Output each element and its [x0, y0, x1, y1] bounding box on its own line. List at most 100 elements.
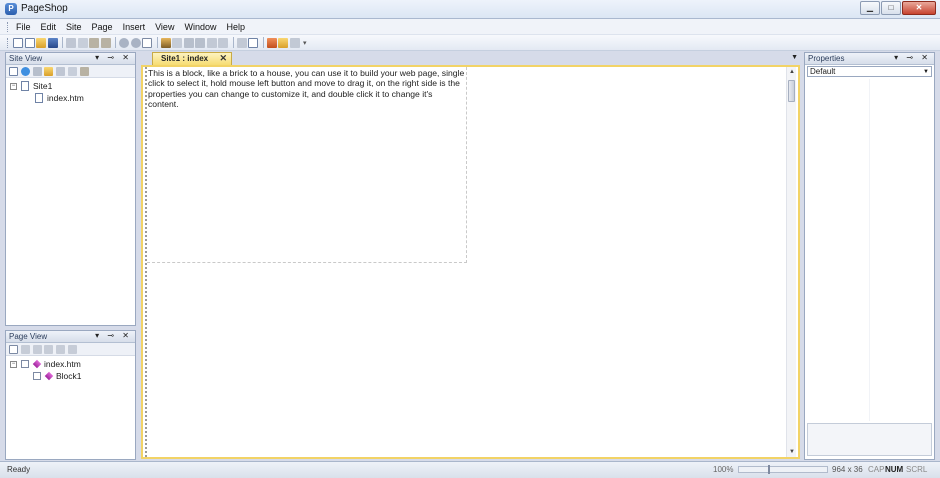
edit-icon[interactable] [20, 344, 30, 354]
block-diamond-icon [44, 371, 54, 381]
maximize-button[interactable]: □ [881, 1, 901, 15]
page-checkbox[interactable] [21, 360, 29, 368]
menu-edit[interactable]: Edit [41, 22, 57, 32]
tree-node-label: index.htm [47, 93, 84, 103]
tree-node-site[interactable]: − Site1 [6, 80, 135, 92]
main-toolbar: ▾ [0, 35, 940, 51]
scroll-up-icon[interactable]: ▲ [788, 69, 796, 75]
minimize-button[interactable]: ▁ [860, 1, 880, 15]
tab-close-icon[interactable]: ✕ [219, 53, 227, 64]
title-bar: P PageShop ▁ □ ✕ [0, 0, 940, 19]
menu-window[interactable]: Window [184, 22, 216, 32]
site-view-title: Site View [9, 54, 43, 63]
site-view-panel: Site View ▾ ⊸ ✕ − Site1 index.htm [5, 52, 136, 326]
add-icon[interactable] [20, 66, 30, 76]
new-page-icon[interactable] [9, 66, 18, 76]
scroll-down-icon[interactable]: ▼ [788, 449, 796, 455]
tree-node-label: index.htm [44, 359, 81, 369]
cut-icon[interactable] [56, 66, 66, 76]
toolbar-separator [262, 37, 264, 48]
move-left-icon[interactable] [32, 344, 42, 354]
paste-icon[interactable] [79, 66, 89, 76]
property-grid[interactable] [805, 79, 934, 421]
tree-node-page[interactable]: − index.htm [6, 358, 135, 370]
site-view-header: Site View ▾ ⊸ ✕ [6, 53, 135, 65]
open-icon[interactable] [36, 37, 46, 48]
tree-node-block[interactable]: Block1 [6, 370, 135, 382]
tree-node-page[interactable]: index.htm [6, 92, 135, 104]
move-down-icon[interactable] [56, 344, 66, 354]
paste-icon[interactable] [89, 37, 99, 48]
toolbar-grip-icon[interactable] [7, 37, 10, 48]
move-up-icon[interactable] [44, 344, 54, 354]
menu-site[interactable]: Site [66, 22, 82, 32]
design-canvas-frame: This is a block, like a brick to a house… [141, 65, 800, 459]
menu-view[interactable]: View [155, 22, 174, 32]
page-view-panel: Page View ▾ ⊸ ✕ − index.htm Block1 [5, 330, 136, 460]
block-checkbox[interactable] [33, 372, 41, 380]
caps-lock-indicator: CAP [868, 465, 885, 474]
properties-header: Properties ▾ ⊸ ✕ [805, 53, 934, 65]
paste-special-icon[interactable] [100, 37, 111, 48]
redo-icon[interactable] [130, 37, 141, 48]
status-text: Ready [7, 465, 31, 474]
publish-icon[interactable] [266, 37, 277, 48]
delete-icon[interactable] [32, 66, 42, 76]
close-button[interactable]: ✕ [902, 1, 936, 15]
zoom-slider-knob[interactable] [768, 465, 770, 474]
cut-icon[interactable] [66, 37, 76, 48]
copy-icon[interactable] [67, 66, 77, 76]
page-diamond-icon [32, 359, 42, 369]
menu-help[interactable]: Help [226, 22, 245, 32]
property-description [807, 423, 932, 456]
page-view-title: Page View [9, 332, 48, 341]
clear-icon[interactable] [195, 37, 205, 48]
menu-file[interactable]: File [16, 22, 31, 32]
tree-node-label: Block1 [56, 371, 82, 381]
align-top-icon[interactable] [206, 37, 217, 48]
chevron-down-icon[interactable]: ▼ [923, 67, 929, 77]
properties-controls[interactable]: ▾ ⊸ ✕ [894, 53, 931, 62]
status-bar: Ready 100% 964 x 36 CAP NUM SCRL [0, 461, 940, 478]
copy-icon[interactable] [77, 37, 88, 48]
site-view-controls[interactable]: ▾ ⊸ ✕ [95, 53, 132, 62]
insert-image-icon[interactable] [160, 37, 171, 48]
site-icon [21, 81, 29, 91]
page-view-controls[interactable]: ▾ ⊸ ✕ [95, 331, 132, 340]
site-tree: − Site1 index.htm [6, 78, 135, 104]
toolbar-overflow-icon[interactable]: ▾ [303, 39, 307, 47]
property-grid-divider [869, 79, 870, 421]
tab-list-dropdown-icon[interactable]: ▼ [791, 54, 798, 61]
design-canvas[interactable]: This is a block, like a brick to a house… [145, 67, 786, 457]
tab-site1-index[interactable]: Site1 : index ✕ [152, 52, 232, 65]
collapse-icon[interactable]: − [10, 360, 17, 368]
page-view-header: Page View ▾ ⊸ ✕ [6, 331, 135, 343]
align-center-icon[interactable] [236, 37, 247, 48]
zoom-slider[interactable] [738, 465, 828, 474]
menu-grip-icon[interactable] [7, 21, 10, 32]
collapse-icon[interactable]: − [10, 82, 17, 90]
open-icon[interactable] [44, 66, 54, 76]
content-block[interactable]: This is a block, like a brick to a house… [147, 67, 467, 263]
document-tabstrip: Site1 : index ✕ ▼ [139, 52, 801, 65]
save-icon[interactable] [47, 37, 58, 48]
properties-object-select[interactable]: Default ▼ [807, 66, 932, 77]
fullscreen-icon[interactable] [289, 37, 300, 48]
menu-insert[interactable]: Insert [123, 22, 146, 32]
undo-icon[interactable] [119, 37, 129, 48]
move-right-icon[interactable] [67, 344, 77, 354]
scroll-thumb[interactable] [788, 80, 795, 102]
new-block-icon[interactable] [9, 344, 18, 354]
menu-bar: File Edit Site Page Insert View Window H… [0, 19, 940, 35]
preview-icon[interactable] [248, 37, 258, 48]
new-page-icon[interactable] [13, 37, 23, 48]
vertical-scrollbar[interactable]: ▲ ▼ [786, 67, 796, 457]
insert-block-icon[interactable] [142, 37, 152, 48]
align-bottom-icon[interactable] [218, 37, 228, 48]
toolbar-separator [156, 37, 158, 48]
delete-icon[interactable] [183, 37, 194, 48]
menu-page[interactable]: Page [92, 22, 113, 32]
insert-link-icon[interactable] [172, 37, 182, 48]
new-site-icon[interactable] [24, 37, 35, 48]
folder-icon[interactable] [278, 37, 288, 48]
